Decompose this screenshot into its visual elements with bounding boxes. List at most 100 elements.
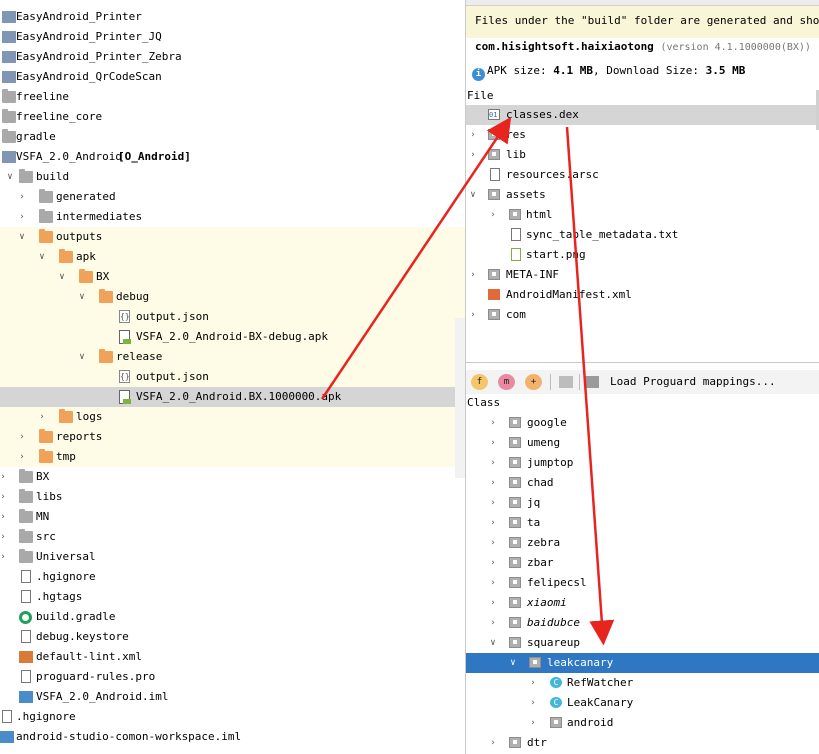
tree-row-easyandroid-printer-zebra[interactable]: EasyAndroid_Printer_Zebra <box>0 47 465 67</box>
tree-row-bx[interactable]: ∨ BX <box>0 267 465 287</box>
tree-row-generated[interactable]: › generated <box>0 187 465 207</box>
show-methods-button[interactable]: m <box>498 374 515 390</box>
chevron-right-icon[interactable]: › <box>487 573 499 593</box>
file-row-classes-dex[interactable]: 01 classes.dex <box>466 105 819 125</box>
chevron-down-icon[interactable]: ∨ <box>76 347 88 367</box>
tree-structure-icon[interactable] <box>559 376 573 388</box>
tree-row-hgtags[interactable]: .hgtags <box>0 587 465 607</box>
tree-row-reports[interactable]: › reports <box>0 427 465 447</box>
chevron-right-icon[interactable]: › <box>487 493 499 513</box>
tree-row-workspace-iml[interactable]: android-studio-comon-workspace.iml <box>0 727 465 747</box>
chevron-down-icon[interactable]: ∨ <box>36 247 48 267</box>
chevron-right-icon[interactable]: › <box>467 145 479 165</box>
chevron-right-icon[interactable]: › <box>0 527 9 547</box>
tree-row-debug-output-json[interactable]: {} output.json <box>0 307 465 327</box>
tree-row-outputs[interactable]: ∨ outputs <box>0 227 465 247</box>
chevron-down-icon[interactable]: ∨ <box>507 653 519 673</box>
tree-row-gradle[interactable]: gradle <box>0 127 465 147</box>
tree-row-debug[interactable]: ∨ debug <box>0 287 465 307</box>
chevron-right-icon[interactable]: › <box>487 593 499 613</box>
file-row-assets[interactable]: ∨ assets <box>466 185 819 205</box>
chevron-right-icon[interactable]: › <box>487 473 499 493</box>
tree-row-release-apk[interactable]: VSFA_2.0_Android.BX.1000000.apk <box>0 387 465 407</box>
class-row-android[interactable]: › android <box>466 713 819 733</box>
tree-row-vsfa-module[interactable]: VSFA_2.0_Android [O_Android] <box>0 147 465 167</box>
chevron-right-icon[interactable]: › <box>467 125 479 145</box>
split-divider[interactable] <box>466 362 819 363</box>
tree-row-vsfa-iml[interactable]: VSFA_2.0_Android.iml <box>0 687 465 707</box>
tree-row-release[interactable]: ∨ release <box>0 347 465 367</box>
class-row-leakcanary-class[interactable]: › C LeakCanary <box>466 693 819 713</box>
tree-row-root-hgignore[interactable]: .hgignore <box>0 707 465 727</box>
chevron-right-icon[interactable]: › <box>0 507 9 527</box>
chevron-right-icon[interactable]: › <box>487 453 499 473</box>
show-referenced-button[interactable]: + <box>525 374 542 390</box>
tree-row-easyandroid-printer-jq[interactable]: EasyAndroid_Printer_JQ <box>0 27 465 47</box>
class-row-refwatcher[interactable]: › C RefWatcher <box>466 673 819 693</box>
show-fields-button[interactable]: f <box>471 374 488 390</box>
tree-row-default-lint[interactable]: default-lint.xml <box>0 647 465 667</box>
chevron-right-icon[interactable]: › <box>527 693 539 713</box>
chevron-right-icon[interactable]: › <box>16 447 28 467</box>
tree-row-libs[interactable]: › libs <box>0 487 465 507</box>
class-row-dtr[interactable]: › dtr <box>466 733 819 753</box>
file-row-res[interactable]: › res <box>466 125 819 145</box>
class-row-zbar[interactable]: › zbar <box>466 553 819 573</box>
tree-row-debug-apk[interactable]: VSFA_2.0_Android-BX-debug.apk <box>0 327 465 347</box>
class-row-google[interactable]: › google <box>466 413 819 433</box>
class-row-jumptop[interactable]: › jumptop <box>466 453 819 473</box>
chevron-right-icon[interactable]: › <box>36 407 48 427</box>
chevron-right-icon[interactable]: › <box>487 733 499 753</box>
chevron-down-icon[interactable]: ∨ <box>487 633 499 653</box>
chevron-right-icon[interactable]: › <box>487 613 499 633</box>
tree-row-easyandroid-qrcodescan[interactable]: EasyAndroid_QrCodeScan <box>0 67 465 87</box>
class-row-jq[interactable]: › jq <box>466 493 819 513</box>
class-row-chad[interactable]: › chad <box>466 473 819 493</box>
chevron-right-icon[interactable]: › <box>527 713 539 733</box>
tree-row-hgignore[interactable]: .hgignore <box>0 567 465 587</box>
file-row-html[interactable]: › html <box>466 205 819 225</box>
file-row-resources-arsc[interactable]: resources.arsc <box>466 165 819 185</box>
chevron-right-icon[interactable]: › <box>487 413 499 433</box>
chevron-down-icon[interactable]: ∨ <box>16 227 28 247</box>
tree-row-debug-keystore[interactable]: debug.keystore <box>0 627 465 647</box>
chevron-right-icon[interactable]: › <box>0 487 9 507</box>
class-row-xiaomi[interactable]: › xiaomi <box>466 593 819 613</box>
file-row-com[interactable]: › com <box>466 305 819 325</box>
tree-row-intermediates[interactable]: › intermediates <box>0 207 465 227</box>
tree-row-freeline[interactable]: freeline <box>0 87 465 107</box>
tree-row-release-output-json[interactable]: {} output.json <box>0 367 465 387</box>
chevron-right-icon[interactable]: › <box>487 513 499 533</box>
class-row-ta[interactable]: › ta <box>466 513 819 533</box>
folder-icon[interactable] <box>585 376 599 388</box>
file-row-sync-table-metadata[interactable]: sync_table_metadata.txt <box>466 225 819 245</box>
chevron-right-icon[interactable]: › <box>487 533 499 553</box>
chevron-down-icon[interactable]: ∨ <box>467 185 479 205</box>
chevron-right-icon[interactable]: › <box>467 265 479 285</box>
file-row-lib[interactable]: › lib <box>466 145 819 165</box>
tree-row-proguard-rules[interactable]: proguard-rules.pro <box>0 667 465 687</box>
file-row-meta-inf[interactable]: › META-INF <box>466 265 819 285</box>
tree-row-build-gradle[interactable]: build.gradle <box>0 607 465 627</box>
class-row-felipecsl[interactable]: › felipecsl <box>466 573 819 593</box>
chevron-right-icon[interactable]: › <box>16 427 28 447</box>
tree-row-build[interactable]: ∨ build <box>0 167 465 187</box>
chevron-right-icon[interactable]: › <box>487 433 499 453</box>
chevron-right-icon[interactable]: › <box>0 467 9 487</box>
file-row-start-png[interactable]: start.png <box>466 245 819 265</box>
tree-row-easyandroid-printer[interactable]: EasyAndroid_Printer <box>0 7 465 27</box>
chevron-right-icon[interactable]: › <box>487 553 499 573</box>
chevron-right-icon[interactable]: › <box>487 205 499 225</box>
tree-row-freeline-core[interactable]: freeline_core <box>0 107 465 127</box>
tree-row-tmp[interactable]: › tmp <box>0 447 465 467</box>
chevron-right-icon[interactable]: › <box>16 187 28 207</box>
chevron-down-icon[interactable]: ∨ <box>56 267 68 287</box>
class-row-leakcanary[interactable]: ∨ leakcanary <box>466 653 819 673</box>
class-row-umeng[interactable]: › umeng <box>466 433 819 453</box>
file-column-header[interactable]: File <box>466 89 819 103</box>
tree-row-apk[interactable]: ∨ apk <box>0 247 465 267</box>
tree-scrollbar[interactable] <box>455 318 465 478</box>
class-row-squareup[interactable]: ∨ squareup <box>466 633 819 653</box>
file-row-android-manifest[interactable]: AndroidManifest.xml <box>466 285 819 305</box>
tree-row-src[interactable]: › src <box>0 527 465 547</box>
